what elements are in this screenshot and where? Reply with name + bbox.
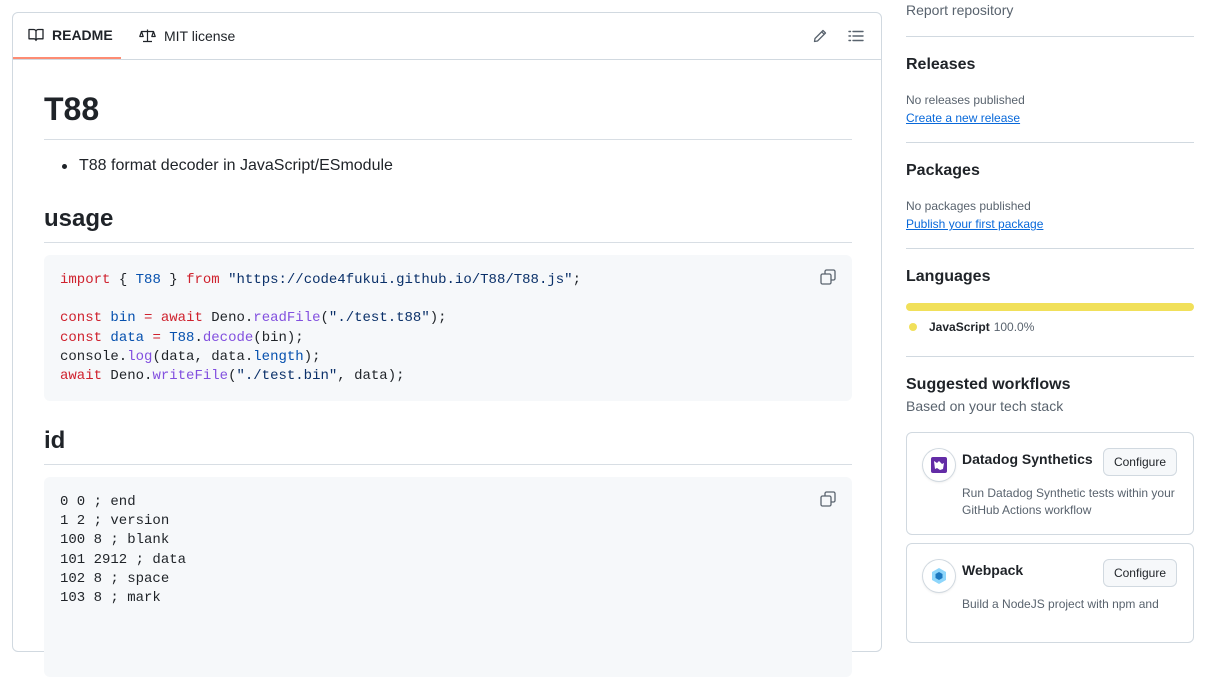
language-bar bbox=[906, 303, 1194, 311]
code-line: 100 8 ; blank bbox=[60, 532, 170, 549]
report-repository-link[interactable]: Report repository bbox=[906, 2, 1013, 18]
workflows-subtitle: Based on your tech stack bbox=[906, 398, 1064, 414]
usage-heading: usage bbox=[44, 204, 852, 243]
workflow-description: Run Datadog Synthetic tests within your … bbox=[962, 486, 1175, 517]
list-item: T88 format decoder in JavaScript/ESmodul… bbox=[62, 157, 393, 175]
workflow-name: Datadog Synthetics bbox=[962, 451, 1093, 467]
workflow-name: Webpack bbox=[962, 562, 1024, 578]
languages-title: Languages bbox=[906, 268, 991, 285]
language-percent: 100.0% bbox=[993, 320, 1035, 334]
releases-status: No releases published bbox=[906, 93, 1025, 107]
code-line: 102 8 ; space bbox=[60, 570, 170, 587]
divider bbox=[906, 248, 1194, 249]
usage-code-block: import { T88 } from "https://code4fukui.… bbox=[44, 255, 852, 401]
divider bbox=[906, 36, 1194, 37]
tab-readme-label: README bbox=[52, 27, 113, 43]
bullet-dot-icon bbox=[62, 163, 67, 169]
language-color-dot bbox=[909, 323, 917, 331]
workflow-description: Build a NodeJS project with npm and bbox=[962, 597, 1159, 611]
publish-package-link[interactable]: Publish your first package bbox=[906, 217, 1043, 231]
configure-button[interactable]: Configure bbox=[1102, 559, 1177, 587]
copy-icon[interactable] bbox=[820, 269, 836, 285]
edit-pencil-icon[interactable] bbox=[811, 27, 829, 45]
releases-title[interactable]: Releases bbox=[906, 56, 975, 74]
configure-button[interactable]: Configure bbox=[1102, 448, 1177, 476]
workflows-title: Suggested workflows bbox=[906, 376, 1071, 393]
tab-license-label: MIT license bbox=[164, 28, 236, 44]
tab-readme[interactable]: README bbox=[13, 13, 121, 59]
id-heading: id bbox=[44, 426, 852, 465]
packages-status: No packages published bbox=[906, 199, 1031, 213]
book-icon bbox=[28, 28, 44, 42]
divider bbox=[906, 356, 1194, 357]
code-line: 103 8 ; mark bbox=[60, 589, 161, 606]
bullet-text: T88 format decoder in JavaScript/ESmodul… bbox=[79, 157, 393, 174]
divider bbox=[906, 142, 1194, 143]
code-line: 1 2 ; version bbox=[60, 513, 170, 530]
readme-panel: README MIT license T88 T88 format decode… bbox=[12, 12, 882, 677]
workflow-card-webpack: Webpack Configure Build a NodeJS project… bbox=[906, 543, 1194, 643]
packages-title[interactable]: Packages bbox=[906, 162, 980, 180]
readme-tabbar: README MIT license bbox=[13, 13, 881, 60]
webpack-logo-icon bbox=[923, 560, 955, 592]
create-release-link[interactable]: Create a new release bbox=[906, 111, 1020, 125]
workflow-card-datadog: Datadog Synthetics Configure Run Datadog… bbox=[906, 432, 1194, 535]
copy-icon[interactable] bbox=[820, 491, 836, 507]
scale-icon bbox=[139, 29, 156, 43]
outline-list-icon[interactable] bbox=[847, 27, 865, 45]
id-code-block: 0 0 ; end 1 2 ; version 100 8 ; blank 101 2… bbox=[44, 477, 852, 677]
code-line: 101 2912 ; data bbox=[60, 551, 187, 568]
readme-title: T88 bbox=[44, 89, 852, 140]
language-name: JavaScript bbox=[929, 320, 990, 334]
tab-license[interactable]: MIT license bbox=[131, 13, 243, 59]
language-item[interactable]: JavaScript 100.0% bbox=[909, 320, 1034, 334]
datadog-logo-icon bbox=[923, 449, 955, 481]
code-line: 0 0 ; end bbox=[60, 494, 136, 510]
